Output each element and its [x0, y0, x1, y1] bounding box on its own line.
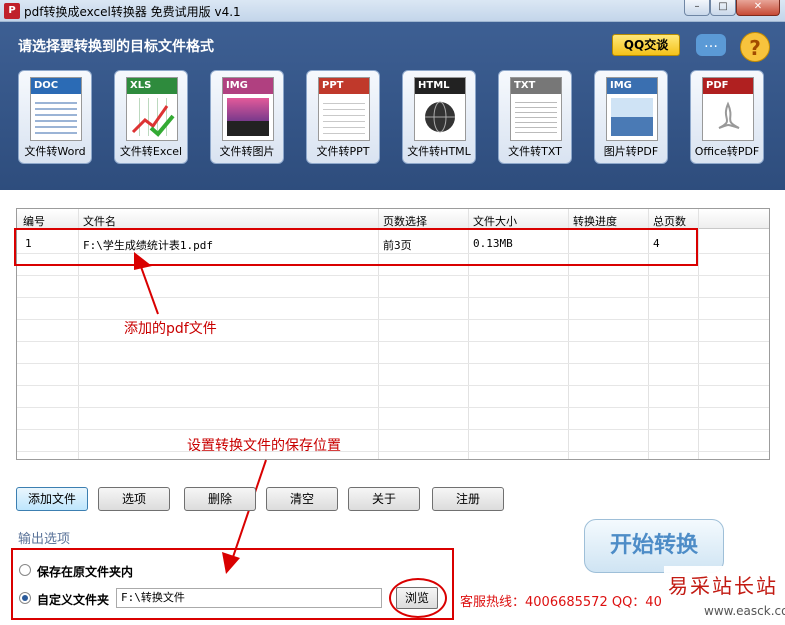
register-button[interactable]: 注册 — [432, 487, 504, 511]
add-file-button[interactable]: 添加文件 — [16, 487, 88, 511]
watermark-url: www.easck.com — [704, 604, 785, 618]
about-button[interactable]: 关于 — [348, 487, 420, 511]
delete-button[interactable]: 删除 — [184, 487, 256, 511]
output-path-field[interactable]: F:\转换文件 — [116, 588, 382, 608]
highlight-output-options — [11, 548, 454, 620]
clear-button[interactable]: 清空 — [266, 487, 338, 511]
watermark: 易采站长站 www.easck.com — [664, 566, 785, 625]
support-hotline: 客服热线：4006685572 QQ：40 — [460, 595, 662, 610]
keep-folder-radio[interactable] — [19, 564, 31, 576]
annotation-added-pdf: 添加的pdf文件 — [124, 321, 217, 337]
custom-folder-radio[interactable] — [19, 592, 31, 604]
highlight-browse-button — [389, 578, 447, 618]
options-button[interactable]: 选项 — [98, 487, 170, 511]
watermark-title: 易采站长站 — [668, 574, 778, 598]
annotation-save-location: 设置转换文件的保存位置 — [187, 438, 341, 454]
keep-folder-label[interactable]: 保存在原文件夹内 — [37, 563, 133, 580]
start-convert-button[interactable]: 开始转换 — [584, 519, 724, 573]
output-options-label: 输出选项 — [18, 532, 71, 547]
custom-folder-label[interactable]: 自定义文件夹 — [37, 591, 109, 608]
